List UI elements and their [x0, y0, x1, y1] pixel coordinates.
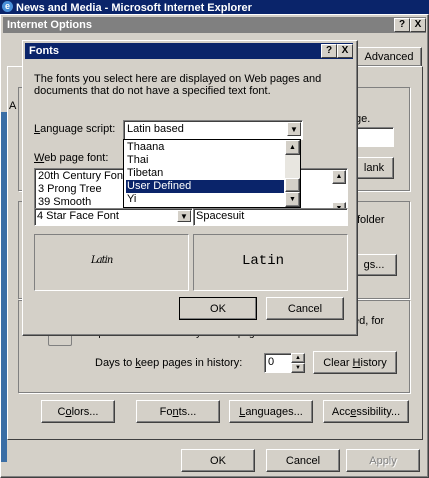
io-apply-label: Apply — [369, 454, 397, 467]
io-cancel-button[interactable]: Cancel — [266, 449, 340, 472]
temp-files-text-partial: folder — [357, 214, 385, 226]
days-label: Days to keep pages in history: — [95, 357, 242, 369]
languages-label: Languages... — [239, 406, 303, 418]
days-label-prefix: Days to — [95, 357, 136, 369]
fonts-suffix: ts... — [178, 405, 197, 418]
colors-button[interactable]: Colors... — [41, 400, 115, 423]
language-label-rest: anguage script: — [40, 123, 116, 135]
accessibility-label: Accessibility... — [332, 406, 400, 418]
fonts-prefix: Fo — [159, 405, 173, 418]
plain-text-font-select[interactable]: Spacesuit — [193, 208, 348, 226]
ie-window-titlebar: e News and Media - Microsoft Internet Ex… — [0, 0, 429, 14]
fonts-label: Fonts... — [160, 406, 197, 418]
io-close-button[interactable]: X — [410, 18, 426, 32]
web-page-font-value: 4 Star Face Font — [37, 210, 119, 222]
plain-font-preview-text: Latin — [242, 253, 285, 269]
clear-history-label: Clear History — [323, 357, 387, 369]
fonts-title: Fonts — [29, 45, 59, 57]
web-page-font-label: Web page font: — [34, 152, 108, 164]
days-spinner[interactable]: ▲ ▼ — [291, 353, 305, 373]
use-blank-button-label: lank — [363, 162, 385, 174]
language-script-value: Latin based — [127, 123, 184, 135]
fonts-cancel-label: Cancel — [287, 302, 323, 315]
accessibility-suffix: ssibility... — [356, 405, 401, 418]
fonts-help-button[interactable]: ? — [321, 44, 337, 58]
fonts-cancel-button[interactable]: Cancel — [266, 297, 344, 320]
dropdown-option[interactable]: Thai — [126, 154, 284, 167]
background-page-strip — [1, 112, 7, 462]
plain-text-font-value: Spacesuit — [196, 210, 245, 222]
scroll-up-icon[interactable]: ▲ — [332, 170, 346, 184]
clear-history-prefix: Clear — [323, 356, 353, 369]
dropdown-option-selected[interactable]: User Defined — [126, 180, 284, 193]
scroll-down-icon[interactable]: ▼ — [285, 192, 300, 207]
dropdown-option[interactable]: Yi — [126, 193, 284, 206]
internet-options-title: Internet Options — [7, 19, 92, 31]
use-blank-button[interactable]: lank — [354, 157, 394, 179]
clear-history-accel: H — [352, 356, 361, 369]
io-ok-label: OK — [210, 454, 226, 467]
ie-window-title: News and Media - Microsoft Internet Expl… — [16, 2, 252, 14]
internet-options-titlebar: Internet Options ? X — [3, 17, 426, 33]
dropdown-scrollbar[interactable]: ▲ ▼ — [285, 140, 300, 207]
spin-down-icon[interactable]: ▼ — [291, 363, 305, 373]
webfont-label-accel: W — [34, 152, 45, 164]
dropdown-option[interactable]: Thaana — [126, 141, 284, 154]
io-help-button[interactable]: ? — [394, 18, 410, 32]
fonts-titlebar: Fonts ? X — [25, 43, 353, 59]
scrollbar-thumb[interactable] — [285, 178, 300, 192]
days-value: 0 — [268, 356, 275, 368]
io-cancel-label: Cancel — [285, 454, 321, 467]
language-script-select[interactable]: Latin based ▼ — [123, 120, 303, 140]
dropdown-option[interactable]: Tibetan — [126, 167, 284, 180]
ie-logo-icon: e — [2, 1, 13, 12]
languages-suffix: anguages... — [245, 405, 303, 418]
scroll-up-icon[interactable]: ▲ — [285, 140, 300, 155]
languages-button[interactable]: Languages... — [229, 400, 313, 423]
clear-history-suffix: istory — [360, 356, 387, 369]
io-apply-button[interactable]: Apply — [346, 449, 420, 472]
web-page-font-select[interactable]: 4 Star Face Font ▼ — [34, 208, 193, 226]
chevron-down-icon[interactable]: ▼ — [287, 122, 301, 136]
days-label-suffix: eep pages in history: — [140, 357, 243, 369]
accessibility-button[interactable]: Accessibility... — [323, 400, 409, 423]
web-font-preview-text: Latin — [91, 255, 113, 266]
tab-advanced-label: Advanced — [364, 51, 414, 63]
fonts-close-button[interactable]: X — [337, 44, 353, 58]
fonts-button[interactable]: Fonts... — [136, 400, 220, 423]
webfont-label-rest: eb page font: — [44, 152, 109, 164]
language-script-label: Language script: — [34, 123, 115, 135]
fonts-ok-button[interactable]: OK — [179, 297, 257, 320]
io-ok-button[interactable]: OK — [181, 449, 255, 472]
web-font-preview: Latin — [34, 234, 189, 291]
accessibility-prefix: Acc — [331, 405, 351, 418]
spin-up-icon[interactable]: ▲ — [291, 353, 305, 363]
chevron-down-icon[interactable]: ▼ — [177, 210, 191, 222]
colors-label: Colors... — [58, 406, 99, 418]
clear-history-button[interactable]: Clear History — [313, 351, 397, 374]
home-page-address-field[interactable] — [354, 127, 394, 147]
fonts-ok-label: OK — [210, 302, 226, 315]
settings-button-label: gs... — [363, 259, 385, 271]
fonts-description: The fonts you select here are displayed … — [34, 73, 322, 97]
days-input[interactable]: 0 — [264, 353, 292, 373]
fonts-dialog: Fonts ? X The fonts you select here are … — [22, 40, 358, 336]
plain-font-preview: Latin — [193, 234, 348, 291]
colors-suffix: lors... — [71, 405, 99, 418]
tab-advanced[interactable]: Advanced — [356, 47, 422, 66]
language-script-dropdown[interactable]: Thaana Thai Tibetan User Defined Yi ▲ ▼ — [123, 139, 301, 208]
